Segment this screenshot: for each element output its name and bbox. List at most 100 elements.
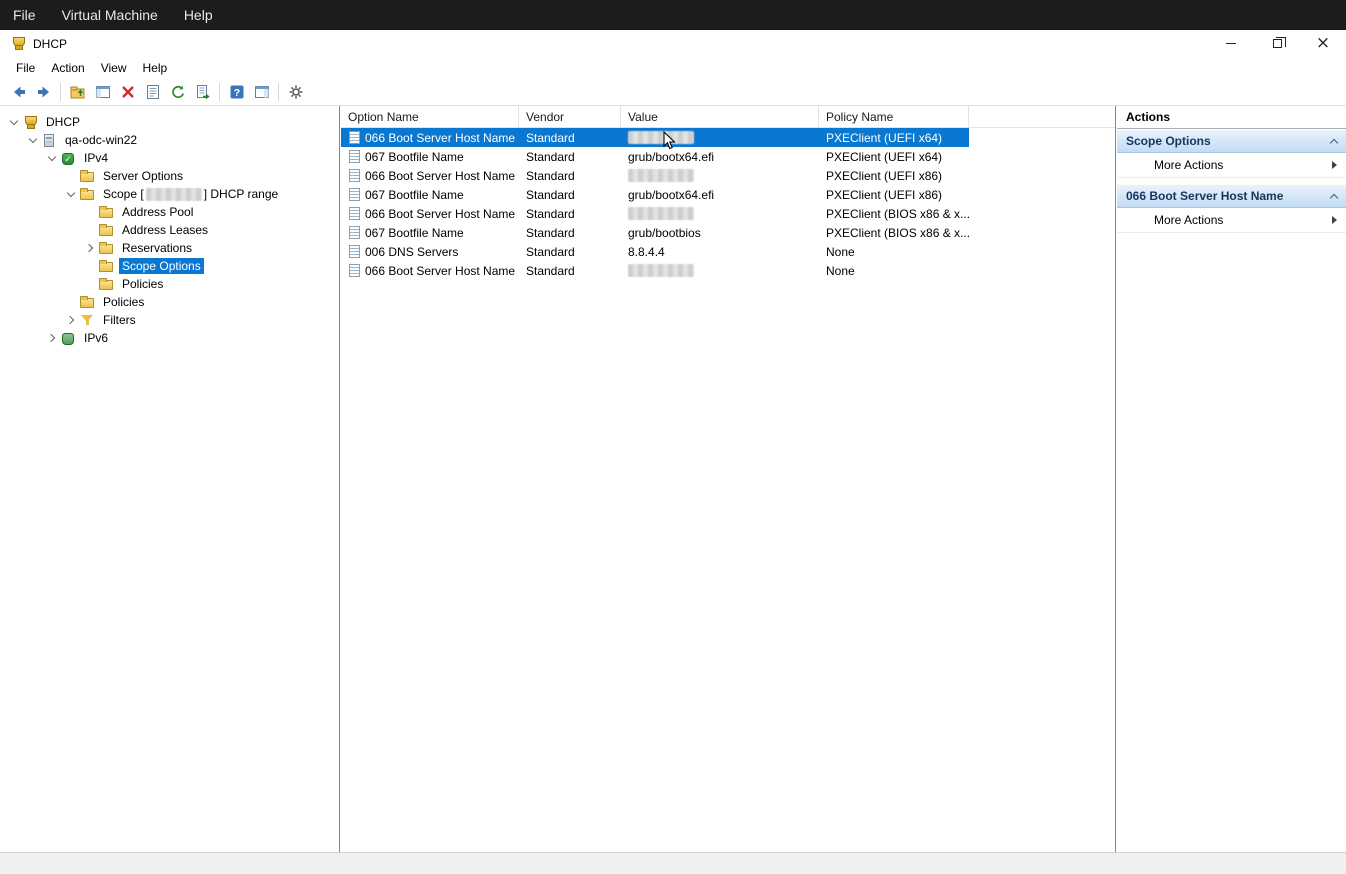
titlebar: DHCP × <box>0 30 1346 57</box>
configure-button[interactable] <box>283 81 308 104</box>
table-row[interactable]: 067 Bootfile Name Standard grub/bootbios… <box>341 223 969 242</box>
tree-item-server-options[interactable]: Server Options <box>0 167 339 185</box>
option-doc-icon <box>349 188 360 201</box>
restore-button[interactable] <box>1254 30 1300 57</box>
cell-vendor: Standard <box>519 204 621 223</box>
tree-item-label: IPv6 <box>81 330 111 346</box>
folder-icon <box>79 187 96 202</box>
menu-view[interactable]: View <box>93 59 135 77</box>
cell-policy-name: PXEClient (UEFI x64) <box>819 128 969 147</box>
option-doc-icon <box>349 245 360 258</box>
collapse-chevron-icon[interactable] <box>27 134 39 146</box>
option-doc-icon <box>349 226 360 239</box>
more-actions-scope-options[interactable]: More Actions <box>1117 153 1346 178</box>
submenu-arrow-icon <box>1332 161 1337 169</box>
properties-icon <box>145 84 161 100</box>
tree-item-scope-policies[interactable]: Policies <box>0 275 339 293</box>
collapse-chevron-icon[interactable] <box>46 152 58 164</box>
tree-item-label: Scope [] DHCP range <box>100 186 281 202</box>
actions-section-scope-options[interactable]: Scope Options <box>1117 129 1346 153</box>
tree-item-policies[interactable]: Policies <box>0 293 339 311</box>
cell-vendor: Standard <box>519 128 621 147</box>
expand-chevron-icon[interactable] <box>46 332 58 344</box>
cell-policy-name: PXEClient (BIOS x86 & x... <box>819 223 969 242</box>
dhcp-window: DHCP × File Action View Help <box>0 30 1346 874</box>
expand-chevron-icon[interactable] <box>65 314 77 326</box>
delete-button[interactable] <box>115 81 140 104</box>
filter-funnel-icon <box>79 313 96 328</box>
cell-vendor: Standard <box>519 261 621 280</box>
results-list: Option Name Vendor Value Policy Name 066… <box>341 106 1116 852</box>
more-actions-boot-server-host-name[interactable]: More Actions <box>1117 208 1346 233</box>
vm-menu-file[interactable]: File <box>0 0 49 30</box>
export-list-icon <box>195 84 211 100</box>
tree-item-address-pool[interactable]: Address Pool <box>0 203 339 221</box>
actions-pane-title: Actions <box>1117 106 1346 129</box>
tree-item-label: Filters <box>100 312 139 328</box>
menu-action[interactable]: Action <box>43 59 92 77</box>
up-one-level-button[interactable] <box>65 81 90 104</box>
table-row[interactable]: 006 DNS Servers Standard 8.8.4.4 None <box>341 242 969 261</box>
table-row[interactable]: 067 Bootfile Name Standard grub/bootx64.… <box>341 147 969 166</box>
cell-option-name: 067 Bootfile Name <box>365 226 464 240</box>
cell-vendor: Standard <box>519 223 621 242</box>
forward-button[interactable] <box>31 81 56 104</box>
tree-item-reservations[interactable]: Reservations <box>0 239 339 257</box>
cell-option-name: 066 Boot Server Host Name <box>365 207 515 221</box>
show-action-pane-button[interactable] <box>249 81 274 104</box>
cell-option-name: 066 Boot Server Host Name <box>365 264 515 278</box>
chevron-up-icon[interactable] <box>1330 192 1338 200</box>
more-actions-label: More Actions <box>1154 158 1223 172</box>
column-header-value[interactable]: Value <box>621 106 819 127</box>
folder-icon <box>79 169 96 184</box>
table-row[interactable]: 067 Bootfile Name Standard grub/bootx64.… <box>341 185 969 204</box>
expander-spacer <box>84 224 96 236</box>
scope-label-suffix: ] DHCP range <box>204 187 278 201</box>
close-button[interactable]: × <box>1300 30 1346 57</box>
tree-item-label: qa-odc-win22 <box>62 132 140 148</box>
tree-item-server[interactable]: qa-odc-win22 <box>0 131 339 149</box>
collapse-chevron-icon[interactable] <box>65 188 77 200</box>
chevron-up-icon[interactable] <box>1330 137 1338 145</box>
collapse-chevron-icon[interactable] <box>8 116 20 128</box>
actions-section-boot-server-host-name[interactable]: 066 Boot Server Host Name <box>1117 184 1346 208</box>
column-header-option-name[interactable]: Option Name <box>341 106 519 127</box>
tree-item-ipv4[interactable]: ✓ IPv4 <box>0 149 339 167</box>
option-doc-icon <box>349 150 360 163</box>
column-header-policy-name[interactable]: Policy Name <box>819 106 969 127</box>
tree-item-ipv6[interactable]: IPv6 <box>0 329 339 347</box>
tree-item-dhcp-root[interactable]: DHCP <box>0 113 339 131</box>
table-row[interactable]: 066 Boot Server Host Name Standard PXECl… <box>341 128 969 147</box>
table-row[interactable]: 066 Boot Server Host Name Standard None <box>341 261 969 280</box>
column-header-vendor[interactable]: Vendor <box>519 106 621 127</box>
back-button[interactable] <box>6 81 31 104</box>
table-row[interactable]: 066 Boot Server Host Name Standard PXECl… <box>341 166 969 185</box>
help-button[interactable]: ? <box>224 81 249 104</box>
cell-option-name: 067 Bootfile Name <box>365 188 464 202</box>
back-icon <box>11 84 27 100</box>
cell-value: grub/bootx64.efi <box>621 147 819 166</box>
vm-menu-help[interactable]: Help <box>171 0 226 30</box>
minimize-button[interactable] <box>1208 30 1254 57</box>
cell-value <box>621 166 819 185</box>
refresh-button[interactable] <box>165 81 190 104</box>
tree-item-filters[interactable]: Filters <box>0 311 339 329</box>
properties-button[interactable] <box>140 81 165 104</box>
dhcp-root-icon <box>22 115 39 130</box>
vm-menu-virtual-machine[interactable]: Virtual Machine <box>49 0 171 30</box>
cell-option-name: 067 Bootfile Name <box>365 150 464 164</box>
show-console-tree-button[interactable] <box>90 81 115 104</box>
tree-item-scope[interactable]: Scope [] DHCP range <box>0 185 339 203</box>
option-doc-icon <box>349 169 360 182</box>
redacted-value <box>628 131 694 144</box>
menu-file[interactable]: File <box>8 59 43 77</box>
up-one-level-icon <box>70 84 86 100</box>
expand-chevron-icon[interactable] <box>84 242 96 254</box>
export-list-button[interactable] <box>190 81 215 104</box>
menu-help[interactable]: Help <box>135 59 176 77</box>
table-row[interactable]: 066 Boot Server Host Name Standard PXECl… <box>341 204 969 223</box>
tree-item-scope-options[interactable]: Scope Options <box>0 257 339 275</box>
tree-item-address-leases[interactable]: Address Leases <box>0 221 339 239</box>
redacted-value <box>628 207 694 220</box>
folder-icon <box>98 205 115 220</box>
